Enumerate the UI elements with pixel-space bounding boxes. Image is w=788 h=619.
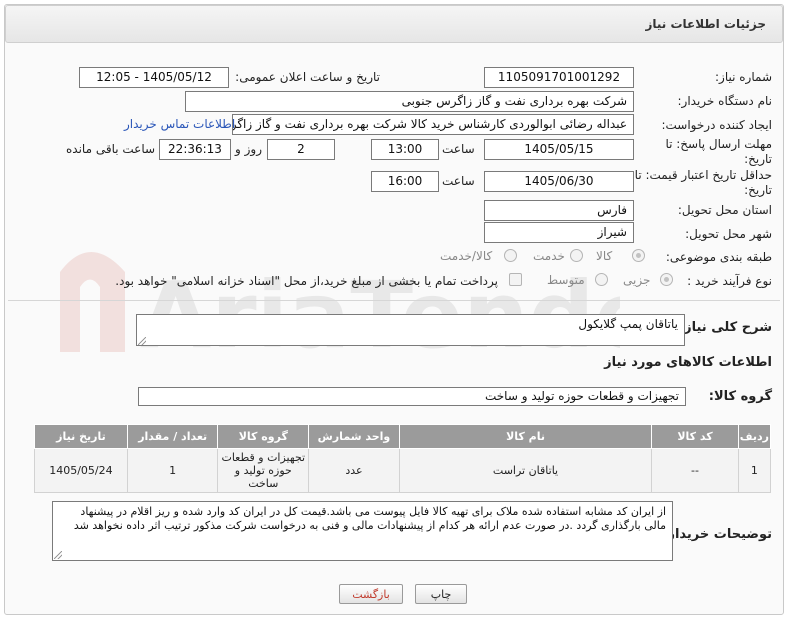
validity-hour-label: ساعت — [442, 174, 475, 188]
requester-field: عبداله رضائی ابوالوردی کارشناس خرید کالا… — [232, 114, 634, 135]
section-divider — [8, 300, 780, 301]
reply-deadline-label: مهلت ارسال پاسخ: تا تاریخ: — [665, 137, 772, 166]
print-button[interactable]: چاپ — [415, 584, 467, 604]
city-field: شیراز — [484, 222, 634, 243]
remaining-time-field: 22:36:13 — [159, 139, 231, 160]
cell-row-number: 1 — [737, 448, 772, 493]
process-radio-medium[interactable] — [595, 273, 608, 286]
remaining-days-field: 2 — [267, 139, 335, 160]
buyer-notes-field: از ایران کد مشابه استفاده شده ملاک برای … — [52, 501, 673, 561]
need-number-label: شماره نیاز: — [715, 70, 772, 84]
cell-quantity: 1 — [126, 448, 219, 493]
province-label: استان محل تحویل: — [677, 203, 772, 217]
category-label: طبقه بندی موضوعی: — [665, 250, 772, 264]
reply-time-field: 13:00 — [371, 139, 439, 160]
buyer-org-label: نام دستگاه خریدار: — [677, 94, 773, 108]
panel-header: جزئیات اطلاعات نیاز — [5, 5, 783, 43]
validity-time-field: 16:00 — [371, 171, 439, 192]
treasury-checkbox[interactable] — [509, 273, 522, 286]
general-desc-label: شرح کلی نیاز: — [678, 320, 772, 335]
goods-info-heading: اطلاعات کالاهای مورد نیاز — [604, 355, 772, 370]
announce-date-label: تاریخ و ساعت اعلان عمومی: — [235, 70, 380, 84]
price-validity-label: حداقل تاریخ اعتبار قیمت: تا تاریخ: — [634, 168, 772, 197]
notes-resize-handle-icon[interactable] — [54, 551, 62, 559]
process-radio-minor[interactable] — [660, 273, 673, 286]
table-header-row: ردیف کد کالا نام کالا واحد شمارش گروه کا… — [34, 424, 772, 449]
category-radio-goods-service[interactable] — [504, 249, 517, 262]
col-need-date: تاریخ نیاز — [34, 424, 128, 449]
col-quantity: تعداد / مقدار — [126, 424, 219, 449]
col-unit: واحد شمارش — [308, 424, 400, 449]
col-goods-name: نام کالا — [398, 424, 653, 449]
requester-label: ایجاد کننده درخواست: — [661, 118, 772, 132]
general-desc-field: یاتاقان پمپ گلایکول — [136, 314, 685, 346]
goods-group-field: تجهیزات و قطعات حوزه تولید و ساخت — [138, 387, 686, 406]
process-option-medium: متوسط — [547, 273, 585, 287]
resize-handle-icon[interactable] — [138, 337, 146, 345]
category-option-goods-service: کالا/خدمت — [440, 249, 493, 263]
need-number-field: 1105091701001292 — [484, 67, 634, 88]
cell-goods-code: -- — [651, 448, 739, 493]
buyer-notes-label: توضیحات خریدار: — [662, 527, 772, 542]
panel-title: جزئیات اطلاعات نیاز — [645, 17, 766, 31]
process-type-label: نوع فرآیند خرید : — [687, 274, 772, 288]
treasury-note: پرداخت تمام یا بخشی از مبلغ خرید،از محل … — [115, 274, 498, 288]
day-and-label: روز و — [235, 142, 262, 156]
goods-table: ردیف کد کالا نام کالا واحد شمارش گروه کا… — [34, 424, 772, 493]
goods-group-label: گروه کالا: — [708, 389, 772, 404]
reply-date-field: 1405/05/15 — [484, 139, 634, 160]
cell-goods-name: یاتاقان تراست — [398, 448, 653, 493]
buyer-contact-link[interactable]: اطلاعات تماس خریدار — [124, 117, 235, 131]
category-option-service: خدمت — [533, 249, 565, 263]
reply-hour-label: ساعت — [442, 142, 475, 156]
category-option-goods: کالا — [596, 249, 613, 263]
process-option-minor: جزیی — [623, 273, 651, 287]
cell-unit: عدد — [308, 448, 400, 493]
col-goods-group: گروه کالا — [217, 424, 310, 449]
announce-datetime-field: 1405/05/12 - 12:05 — [79, 67, 229, 88]
buyer-org-field: شرکت بهره برداری نفت و گاز زاگرس جنوبی — [185, 91, 634, 112]
category-radio-service[interactable] — [570, 249, 583, 262]
province-field: فارس — [484, 200, 634, 221]
category-radio-goods[interactable] — [632, 249, 645, 262]
back-button[interactable]: بازگشت — [339, 584, 403, 604]
col-goods-code: کد کالا — [651, 424, 739, 449]
col-row-number: ردیف — [737, 424, 772, 449]
cell-need-date: 1405/05/24 — [34, 448, 128, 493]
city-label: شهر محل تحویل: — [685, 227, 772, 241]
cell-goods-group: تجهیزات و قطعات حوزه تولید و ساخت — [217, 448, 310, 493]
remaining-label: ساعت باقی مانده — [66, 142, 156, 156]
table-row: 1 -- یاتاقان تراست عدد تجهیزات و قطعات ح… — [34, 448, 772, 493]
validity-date-field: 1405/06/30 — [484, 171, 634, 192]
